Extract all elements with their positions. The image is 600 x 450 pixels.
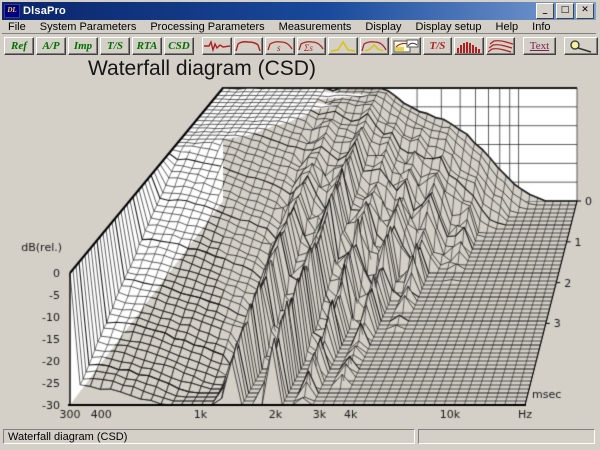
close-button[interactable]: ✕ [576,3,594,19]
text-labels-icon[interactable]: Text [523,37,556,55]
toolbar-button-t-s[interactable]: T/S [100,37,130,55]
plot-title: Waterfall diagram (CSD) [88,57,316,80]
menu-item-file[interactable]: File [8,21,26,33]
menu-item-info[interactable]: Info [532,21,550,33]
zoom-icon[interactable] [563,37,598,55]
toolbar-button-rta[interactable]: RTA [132,37,162,55]
app-icon: DL [4,4,20,18]
menu-bar: File System Parameters Processing Paramete… [2,21,596,34]
svg-text:s: s [277,43,281,52]
menu-item-display[interactable]: Display [365,21,401,33]
status-bar: Waterfall diagram (CSD) [2,427,596,446]
waterfall-icon[interactable] [485,37,516,55]
toolbar-separator-2 [517,37,521,55]
menu-item-system-parameters[interactable]: System Parameters [40,21,137,33]
maximize-button[interactable]: □ [556,3,574,19]
window-function-icon[interactable] [328,37,358,55]
smoothing-icon[interactable]: s [265,37,295,55]
ts-parameters-icon[interactable]: T/S [422,37,453,55]
menu-item-help[interactable]: Help [496,21,519,33]
app-window: DL DlsaPro _ □ ✕ File System Parameters Pr… [0,0,600,450]
status-aux [418,429,595,444]
toolbar-button-a-p[interactable]: A/P [36,37,66,55]
toolbar-button-imp[interactable]: Imp [68,37,98,55]
title-bar[interactable]: DL DlsaPro _ □ ✕ [2,2,596,20]
minimize-button[interactable]: _ [536,3,554,19]
menu-item-processing-parameters[interactable]: Processing Parameters [150,21,264,33]
impulse-response-icon[interactable] [202,37,232,55]
gate-editor-icon[interactable] [391,37,421,55]
status-message: Waterfall diagram (CSD) [3,429,415,444]
toolbar-button-ref[interactable]: Ref [4,37,34,55]
menu-item-display-setup[interactable]: Display setup [416,21,482,33]
sum-smoothing-icon[interactable]: Σs [296,37,327,55]
windowed-response-icon[interactable] [359,37,390,55]
svg-text:Σs: Σs [303,43,313,52]
menu-item-measurements[interactable]: Measurements [279,21,352,33]
toolbar-separator-3 [558,37,562,55]
frequency-response-icon[interactable] [233,37,264,55]
toolbar-separator [196,37,200,55]
toolbar: Ref A/P Imp T/S RTA CSD s Σs T/S Text [2,35,600,57]
rta-bars-icon[interactable] [454,37,484,55]
toolbar-button-csd[interactable]: CSD [164,37,194,55]
window-title: DlsaPro [23,5,66,17]
